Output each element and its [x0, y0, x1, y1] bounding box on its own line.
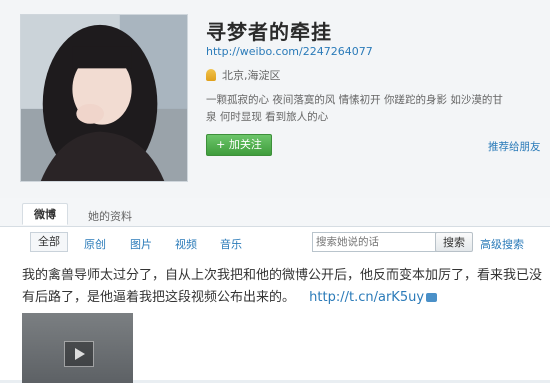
post: 我的禽兽导师太过分了，自从上次我把和他的微博公开后，他反而变本加厉了，看来我已没…: [22, 265, 546, 309]
post-link[interactable]: http://t.cn/arK5uy: [309, 290, 424, 305]
tab-weibo[interactable]: 微博: [22, 203, 68, 225]
recommend-link[interactable]: 推荐给朋友: [488, 139, 541, 154]
bio-line-1: 一颗孤寂的心 夜间落寞的风 情愫初开 你蹉跎的身影 如沙漠的甘: [206, 94, 503, 106]
tab-profile[interactable]: 她的资料: [88, 208, 132, 224]
play-icon[interactable]: [64, 341, 94, 367]
tab-bar: 微博 她的资料: [0, 198, 550, 227]
filter-videos[interactable]: 视频: [175, 236, 197, 252]
location-pin-icon: [206, 69, 216, 81]
video-icon[interactable]: [426, 293, 438, 302]
filter-all[interactable]: 全部: [30, 232, 68, 252]
avatar[interactable]: [20, 14, 188, 182]
filter-original[interactable]: 原创: [84, 236, 106, 252]
profile-header: 寻梦者的牵挂 http://weibo.com/2247264077 北京,海淀…: [0, 0, 550, 198]
search-input[interactable]: [312, 232, 438, 252]
filter-bar: 全部 原创 图片 视频 音乐 搜索 高级搜索: [0, 227, 550, 257]
filter-music[interactable]: 音乐: [220, 236, 242, 252]
filter-images[interactable]: 图片: [130, 236, 152, 252]
location: 北京,海淀区: [206, 67, 281, 83]
follow-button[interactable]: + 加关注: [206, 134, 272, 156]
location-text: 北京,海淀区: [222, 69, 281, 82]
profile-url-link[interactable]: http://weibo.com/2247264077: [206, 45, 373, 58]
search-button[interactable]: 搜索: [435, 232, 473, 252]
feed: 我的禽兽导师太过分了，自从上次我把和他的微博公开后，他反而变本加厉了，看来我已没…: [0, 257, 550, 383]
post-text: 我的禽兽导师太过分了，自从上次我把和他的微博公开后，他反而变本加厉了，看来我已没…: [22, 268, 543, 305]
bio-line-2: 泉 何时显现 看到旅人的心: [206, 111, 329, 123]
advanced-search-link[interactable]: 高级搜索: [480, 236, 524, 252]
video-thumbnail[interactable]: [22, 313, 133, 383]
bio: 一颗孤寂的心 夜间落寞的风 情愫初开 你蹉跎的身影 如沙漠的甘 泉 何时显现 看…: [206, 92, 546, 126]
avatar-photo: [21, 15, 187, 181]
profile-page: 寻梦者的牵挂 http://weibo.com/2247264077 北京,海淀…: [0, 0, 550, 383]
profile-name: 寻梦者的牵挂: [206, 20, 332, 44]
